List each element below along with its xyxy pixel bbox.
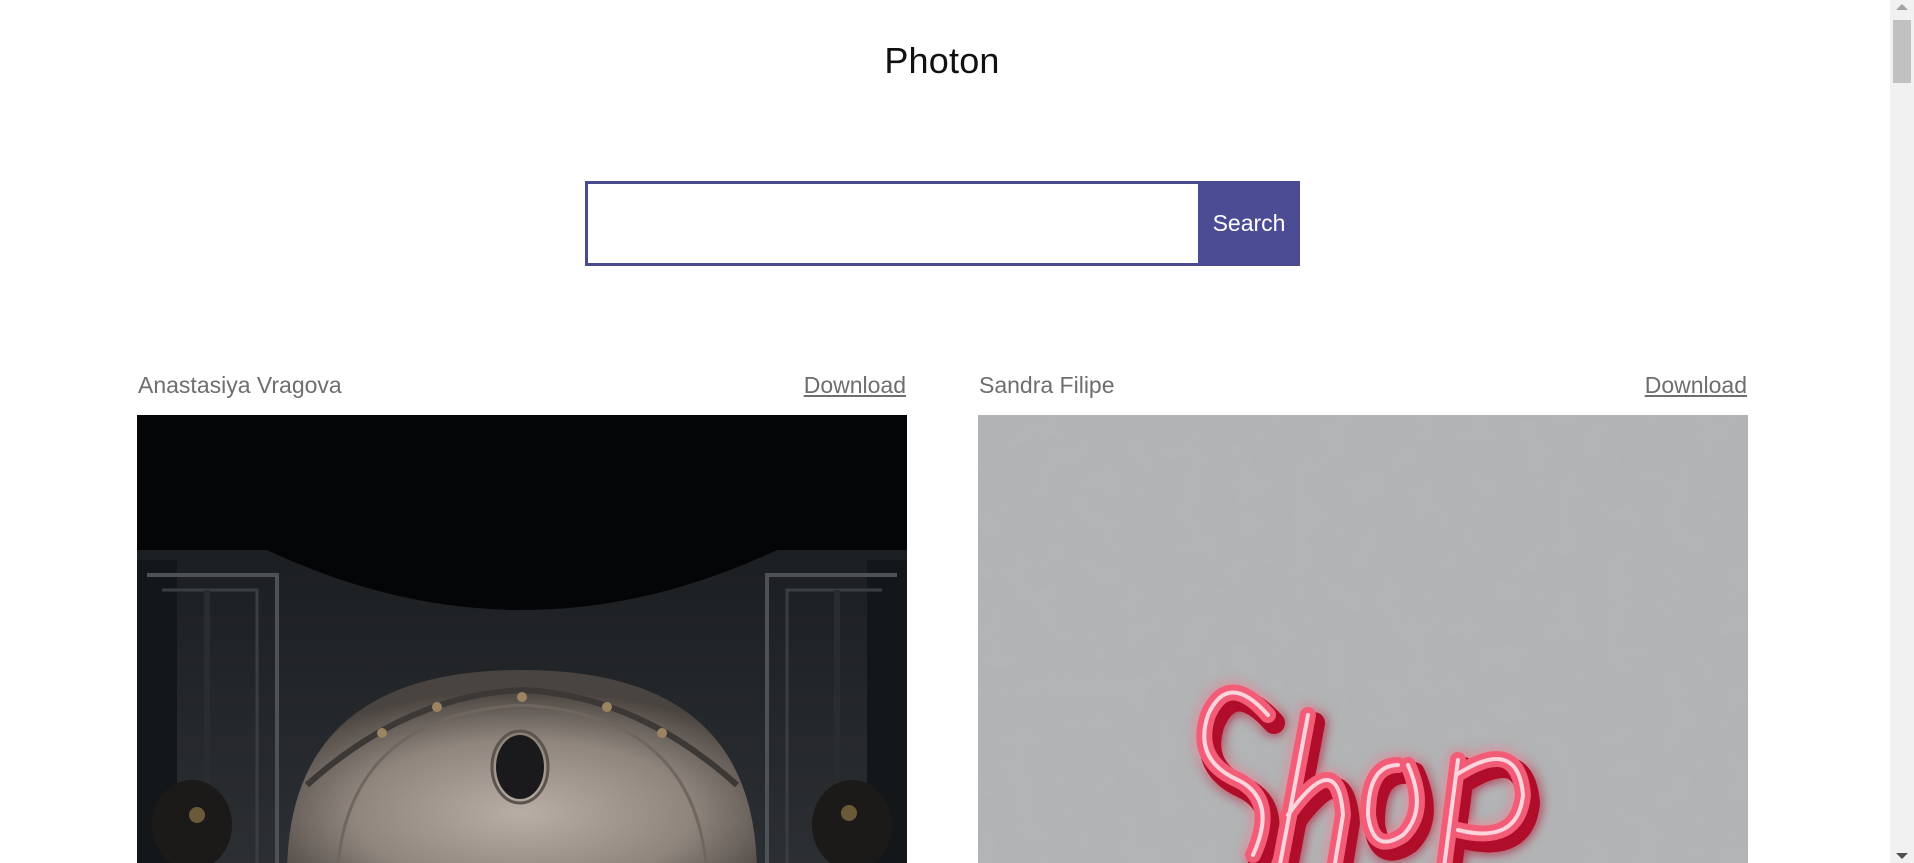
photo-image[interactable] [137, 415, 907, 863]
photo-author: Sandra Filipe [979, 372, 1115, 398]
search-form: Search [585, 181, 1300, 266]
download-link[interactable]: Download [804, 372, 906, 399]
photo-card: Sandra Filipe Download [978, 372, 1748, 863]
neon-sign-photo-graphic [978, 415, 1748, 863]
scroll-thumb[interactable] [1893, 20, 1911, 83]
search-input[interactable] [585, 181, 1198, 266]
photo-card-header: Sandra Filipe Download [978, 372, 1748, 404]
scroll-down-arrow-icon[interactable] [1896, 853, 1908, 859]
photo-card-header: Anastasiya Vragova Download [137, 372, 907, 404]
vertical-scrollbar[interactable] [1890, 0, 1914, 863]
app-title: Photon [884, 40, 1000, 81]
photo-image[interactable] [978, 415, 1748, 863]
photo-author: Anastasiya Vragova [138, 372, 342, 398]
search-button[interactable]: Search [1198, 181, 1300, 266]
photo-card: Anastasiya Vragova Download [137, 372, 907, 863]
page: Photon Search Anastasiya Vragova Downloa… [0, 0, 1914, 863]
ceiling-photo-graphic [137, 415, 907, 863]
download-link[interactable]: Download [1645, 372, 1747, 399]
viewport: Photon Search Anastasiya Vragova Downloa… [0, 0, 1890, 863]
scroll-up-arrow-icon[interactable] [1896, 4, 1908, 10]
